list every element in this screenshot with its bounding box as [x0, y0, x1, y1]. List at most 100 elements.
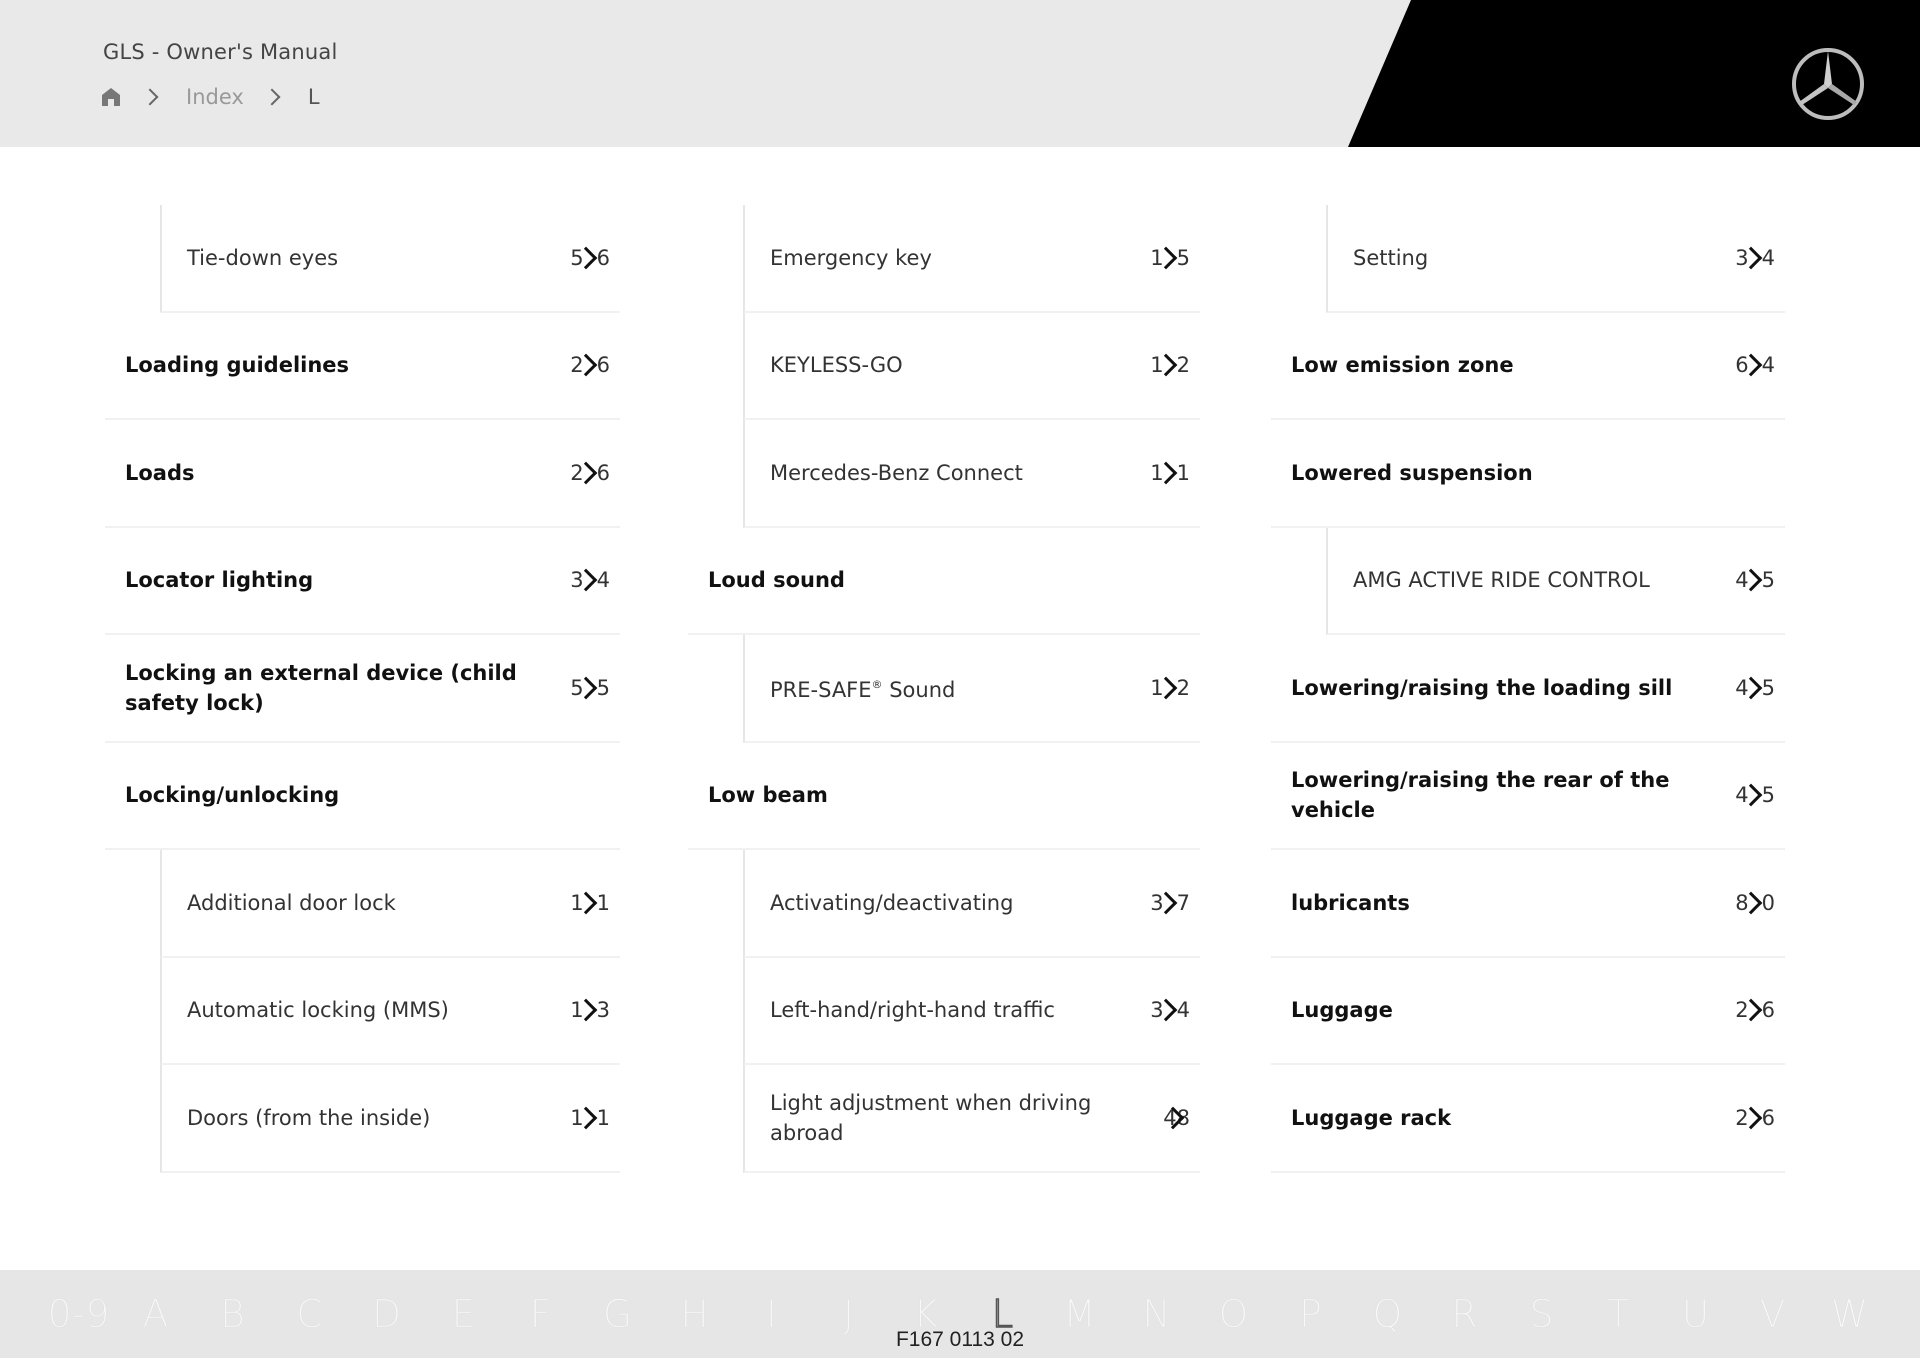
index-subentry[interactable]: Activating/deactivating 3 7 — [743, 850, 1200, 958]
entry-label-text: Low beam — [708, 783, 828, 808]
entry-label-text: Additional door lock — [187, 890, 396, 915]
brand-panel — [1348, 0, 1920, 147]
page-digit: 5 — [1176, 245, 1190, 270]
page-digit: 1 — [1176, 460, 1190, 485]
page-number-link[interactable]: 11 — [568, 1106, 610, 1130]
page-digit: 6 — [1761, 998, 1775, 1023]
entry-label-text: AMG ACTIVE RIDE CONTROL — [1353, 568, 1650, 593]
index-subentry[interactable]: Setting 3 4 — [1326, 205, 1785, 313]
page-digit: 5 — [596, 675, 610, 700]
page-number-link[interactable]: 45 — [1733, 676, 1775, 700]
entry-label: Luggage rack — [1271, 1103, 1521, 1133]
index-subentry[interactable]: Emergency key 1 5 — [743, 205, 1200, 313]
page-digit: 4 — [596, 568, 610, 593]
page-number-link[interactable]: 64 — [1733, 353, 1775, 377]
index-subentry[interactable]: Automatic locking (MMS) 1 3 — [160, 957, 620, 1065]
index-entry[interactable]: lubricants 8 0 — [1271, 850, 1785, 958]
entry-label-text: Tie-down eyes — [187, 245, 339, 270]
page-number-link[interactable]: 34 — [1148, 998, 1190, 1022]
page-digit: 2 — [1176, 353, 1190, 378]
page-number-link[interactable]: 56 — [568, 246, 610, 270]
entry-label-text: Setting — [1353, 245, 1429, 270]
page-number-link[interactable]: 26 — [568, 461, 610, 485]
registered-mark: ® — [871, 678, 883, 692]
entry-label: Automatic locking (MMS) — [162, 995, 519, 1025]
index-entry[interactable]: Lowered suspension — [1271, 420, 1785, 528]
entry-label-text: Low emission zone — [1291, 353, 1514, 378]
manual-title: GLS - Owner's Manual — [103, 40, 338, 64]
page-number-link[interactable]: 48 — [1148, 1106, 1190, 1130]
entry-label: Doors (from the inside) — [162, 1103, 500, 1133]
page-digit: 3 — [596, 998, 610, 1023]
entry-label: Left-hand/right-hand traffic — [745, 995, 1125, 1025]
mercedes-star-logo[interactable] — [1788, 44, 1868, 124]
index-entry[interactable]: Lowering/raising the rear of the vehicle… — [1271, 743, 1785, 850]
page-number-link[interactable]: 34 — [1733, 246, 1775, 270]
index-entry[interactable]: Lowering/raising the loading sill 4 5 — [1271, 635, 1785, 743]
page-number-link[interactable]: 55 — [568, 676, 610, 700]
page-digit: 5 — [1761, 675, 1775, 700]
page-number-link[interactable]: 26 — [1733, 1106, 1775, 1130]
entry-label-text: Automatic locking (MMS) — [187, 998, 449, 1023]
entry-label-text: Locator lighting — [125, 568, 314, 593]
entry-label-text: Light adjustment when driving abroad — [770, 1090, 1092, 1145]
index-entry[interactable]: Loud sound — [688, 528, 1200, 635]
page-number-link[interactable]: 13 — [568, 998, 610, 1022]
index-entry[interactable]: Luggage 2 6 — [1271, 958, 1785, 1065]
breadcrumb: Index L — [100, 82, 320, 112]
page-number-link[interactable]: 45 — [1733, 568, 1775, 592]
entry-label: Tie-down eyes — [162, 243, 408, 273]
page-number-link[interactable]: 34 — [568, 568, 610, 592]
breadcrumb-current: L — [307, 85, 320, 109]
page-number-link[interactable]: 26 — [1733, 998, 1775, 1022]
entry-label-text: Locking/unlocking — [125, 783, 340, 808]
index-subentry[interactable]: Doors (from the inside) 1 1 — [160, 1065, 620, 1173]
index-entry[interactable]: Loads 2 6 — [105, 420, 620, 528]
entry-label: Low beam — [688, 780, 898, 810]
page-number-link[interactable]: 45 — [1733, 783, 1775, 807]
breadcrumb-home[interactable] — [100, 86, 122, 108]
entry-label-text: Loading guidelines — [125, 353, 350, 378]
index-entry[interactable]: Low emission zone 6 4 — [1271, 313, 1785, 420]
page-number-link[interactable]: 11 — [1148, 461, 1190, 485]
index-subentry[interactable]: Tie-down eyes 5 6 — [160, 205, 620, 313]
entry-label-text: Doors (from the inside) — [187, 1105, 431, 1130]
breadcrumb-index[interactable]: Index — [186, 85, 244, 109]
entry-label: Loud sound — [688, 565, 915, 595]
page-number-link[interactable]: 26 — [568, 353, 610, 377]
index-subentry[interactable]: AMG ACTIVE RIDE CONTROL 4 5 — [1326, 527, 1785, 635]
index-subentry[interactable]: Left-hand/right-hand traffic 3 4 — [743, 957, 1200, 1065]
page-number-link[interactable]: 37 — [1148, 891, 1190, 915]
page-number-link[interactable]: 11 — [568, 891, 610, 915]
entry-label: Loads — [105, 458, 265, 488]
entry-label: PRE-SAFE® Sound — [745, 670, 1025, 705]
page-number-link[interactable]: 80 — [1733, 891, 1775, 915]
entry-label: Lowering/raising the loading sill — [1271, 673, 1742, 703]
entry-label: Loading guidelines — [105, 350, 419, 380]
page-digit: 6 — [596, 460, 610, 485]
index-subentry[interactable]: KEYLESS-GO 1 2 — [743, 312, 1200, 420]
entry-label-text: Luggage — [1291, 998, 1393, 1023]
entry-label-text: Locking an external device (child safety… — [125, 660, 517, 715]
index-entry[interactable]: Locator lighting 3 4 — [105, 528, 620, 635]
page-number-link[interactable]: 12 — [1148, 353, 1190, 377]
index-subentry[interactable]: Mercedes-Benz Connect 1 1 — [743, 420, 1200, 528]
home-icon — [102, 88, 120, 106]
index-subentry[interactable]: Additional door lock 1 1 — [160, 850, 620, 958]
index-subentry[interactable]: PRE-SAFE® Sound 1 2 — [743, 635, 1200, 743]
index-entry[interactable]: Loading guidelines 2 6 — [105, 313, 620, 420]
index-entry[interactable]: Luggage rack 2 6 — [1271, 1065, 1785, 1173]
entry-label-text: Loads — [125, 460, 195, 485]
entry-label-text: Activating/deactivating — [770, 890, 1014, 915]
page-digit: 1 — [596, 1105, 610, 1130]
entry-label-text: Luggage rack — [1291, 1105, 1452, 1130]
index-entry[interactable]: Locking/unlocking — [105, 743, 620, 850]
entry-label: Mercedes-Benz Connect — [745, 458, 1093, 488]
page-number-link[interactable]: 12 — [1148, 676, 1190, 700]
entry-label-text: Loud sound — [708, 568, 845, 593]
index-entry[interactable]: Low beam — [688, 743, 1200, 850]
entry-label: Lowering/raising the rear of the vehicle — [1271, 765, 1785, 825]
index-subentry[interactable]: Light adjustment when driving abroad 48 — [743, 1065, 1200, 1173]
page-number-link[interactable]: 15 — [1148, 246, 1190, 270]
index-entry[interactable]: Locking an external device (child safety… — [105, 635, 620, 743]
